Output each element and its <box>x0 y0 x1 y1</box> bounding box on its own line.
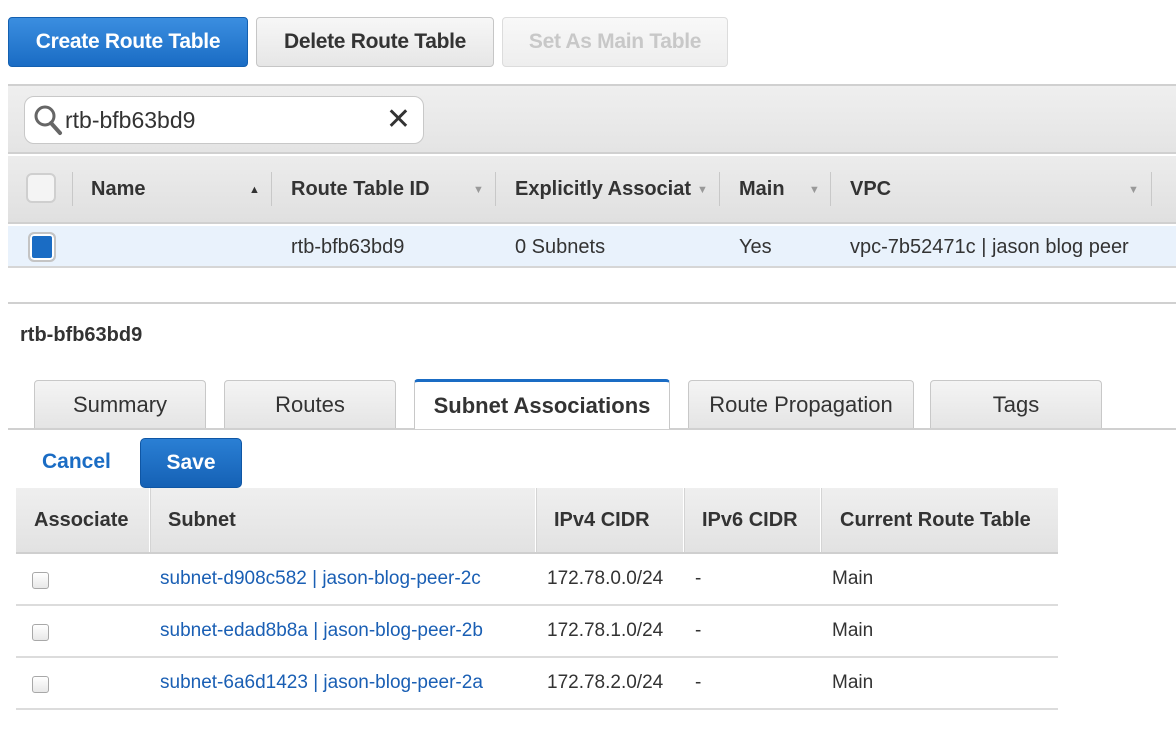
sort-arrow-icon[interactable]: ▼ <box>473 184 484 196</box>
cell-ipv6-cidr: - <box>695 568 702 589</box>
column-header-explicitly-associated[interactable]: Explicitly Associat <box>515 156 695 222</box>
column-header-name[interactable]: Name <box>91 156 145 222</box>
tab-route-propagation[interactable]: Route Propagation <box>688 380 914 429</box>
column-header-route-table-id[interactable]: Route Table ID <box>291 156 430 222</box>
subnet-link[interactable]: subnet-edad8b8a | jason-blog-peer-2b <box>160 606 483 656</box>
cancel-link[interactable]: Cancel <box>42 450 111 474</box>
column-header-vpc[interactable]: VPC <box>850 156 891 222</box>
subnet-associations-header: Associate Subnet IPv4 CIDR IPv6 CIDR Cur… <box>16 488 1058 554</box>
cell-ipv6-cidr: - <box>695 672 702 693</box>
cell-current-route-table: Main <box>832 568 874 589</box>
select-all-checkbox[interactable] <box>26 173 56 203</box>
search-box[interactable]: ✕ <box>24 96 424 144</box>
cell-ipv4-cidr: 172.78.1.0/24 <box>547 620 664 641</box>
sort-arrow-icon[interactable]: ▼ <box>697 184 708 196</box>
cell-explicitly-associated: 0 Subnets <box>515 235 606 258</box>
subnet-link[interactable]: subnet-d908c582 | jason-blog-peer-2c <box>160 554 481 604</box>
cell-ipv6-cidr: - <box>695 620 702 641</box>
panel-divider[interactable] <box>8 302 1176 304</box>
column-divider <box>495 172 496 206</box>
filter-bar: ✕ <box>8 84 1176 154</box>
column-header-associate: Associate <box>34 508 129 531</box>
associate-checkbox[interactable] <box>32 676 49 693</box>
column-header-ipv4-cidr: IPv4 CIDR <box>554 508 650 531</box>
save-button[interactable]: Save <box>140 438 242 488</box>
detail-title: rtb-bfb63bd9 <box>20 324 143 346</box>
tab-summary[interactable]: Summary <box>34 380 206 429</box>
close-icon[interactable]: ✕ <box>386 104 411 136</box>
table-row[interactable]: rtb-bfb63bd9 0 Subnets Yes vpc-7b52471c … <box>8 226 1176 268</box>
column-divider <box>683 488 685 552</box>
tab-tags[interactable]: Tags <box>930 380 1102 429</box>
column-divider <box>535 488 537 552</box>
subnet-row: subnet-d908c582 | jason-blog-peer-2c 172… <box>16 554 1058 606</box>
row-checkbox[interactable] <box>28 232 56 262</box>
tab-routes[interactable]: Routes <box>224 380 396 429</box>
route-table-grid-header: Name ▲ Route Table ID ▼ Explicitly Assoc… <box>8 156 1176 224</box>
delete-route-table-button[interactable]: Delete Route Table <box>256 17 494 67</box>
sort-arrow-icon[interactable]: ▼ <box>1128 184 1139 196</box>
cell-ipv4-cidr: 172.78.2.0/24 <box>547 672 664 693</box>
subnet-row: subnet-6a6d1423 | jason-blog-peer-2a 172… <box>16 658 1058 710</box>
column-divider <box>149 488 151 552</box>
column-header-subnet: Subnet <box>168 508 236 531</box>
set-as-main-table-button: Set As Main Table <box>502 17 728 67</box>
associate-checkbox[interactable] <box>32 624 49 641</box>
subnet-row: subnet-edad8b8a | jason-blog-peer-2b 172… <box>16 606 1058 658</box>
associate-checkbox[interactable] <box>32 572 49 589</box>
search-icon <box>33 104 63 136</box>
sort-ascending-icon[interactable]: ▲ <box>249 184 260 196</box>
column-header-current-route-table: Current Route Table <box>840 508 1031 531</box>
column-header-main[interactable]: Main <box>739 156 785 222</box>
sort-arrow-icon[interactable]: ▼ <box>809 184 820 196</box>
cell-main: Yes <box>739 235 772 258</box>
tab-subnet-associations[interactable]: Subnet Associations <box>414 379 670 429</box>
search-input[interactable] <box>63 106 373 134</box>
column-divider <box>719 172 720 206</box>
column-divider <box>820 488 822 552</box>
column-divider <box>1151 172 1152 206</box>
column-divider <box>271 172 272 206</box>
cell-current-route-table: Main <box>832 672 874 693</box>
cell-vpc: vpc-7b52471c | jason blog peer <box>850 235 1129 258</box>
create-route-table-button[interactable]: Create Route Table <box>8 17 248 67</box>
column-header-ipv6-cidr: IPv6 CIDR <box>702 508 798 531</box>
cell-ipv4-cidr: 172.78.0.0/24 <box>547 568 664 589</box>
column-divider <box>830 172 831 206</box>
cell-current-route-table: Main <box>832 620 874 641</box>
cell-route-table-id: rtb-bfb63bd9 <box>291 235 405 258</box>
column-divider <box>72 172 73 206</box>
subnet-link[interactable]: subnet-6a6d1423 | jason-blog-peer-2a <box>160 658 483 708</box>
